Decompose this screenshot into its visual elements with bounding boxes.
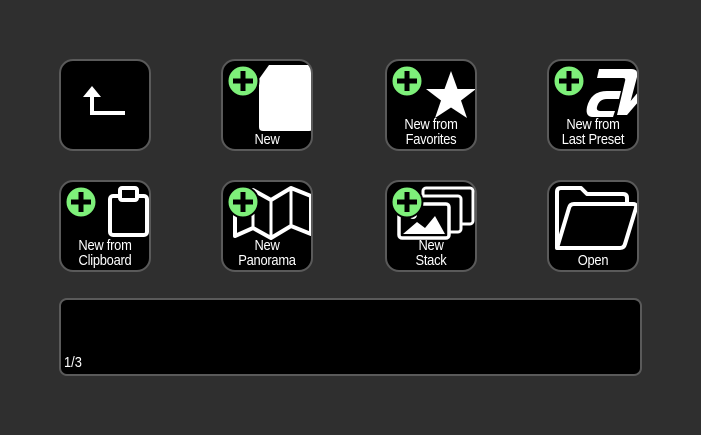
new-from-clipboard-button[interactable]: New from Clipboard [59, 180, 151, 272]
new-from-favorites-button[interactable]: New from Favorites [385, 59, 477, 151]
new-button[interactable]: New [221, 59, 313, 151]
page-indicator: 1/3 [64, 354, 82, 371]
add-plus-icon [390, 185, 424, 219]
screen: New New from Favorites New from Last Pre… [0, 0, 701, 435]
new-panorama-button[interactable]: New Panorama [221, 180, 313, 272]
add-plus-icon [64, 185, 98, 219]
add-plus-icon [390, 64, 424, 98]
open-button[interactable]: Open [547, 180, 639, 272]
add-plus-icon [226, 64, 260, 98]
info-panel: 1/3 [59, 298, 642, 376]
open-label: Open [577, 252, 609, 269]
new-from-favorites-label: New from Favorites [404, 116, 458, 148]
new-from-last-preset-label: New from Last Preset [561, 116, 625, 148]
new-stack-button[interactable]: New Stack [385, 180, 477, 272]
new-stack-label: New Stack [415, 237, 447, 269]
new-panorama-label: New Panorama [238, 237, 296, 269]
new-from-clipboard-label: New from Clipboard [78, 237, 132, 269]
back-button[interactable] [59, 59, 151, 151]
back-arrow-icon [83, 86, 125, 115]
new-label: New [254, 131, 280, 148]
new-from-last-preset-button[interactable]: New from Last Preset [547, 59, 639, 151]
add-plus-icon [226, 185, 260, 219]
add-plus-icon [552, 64, 586, 98]
